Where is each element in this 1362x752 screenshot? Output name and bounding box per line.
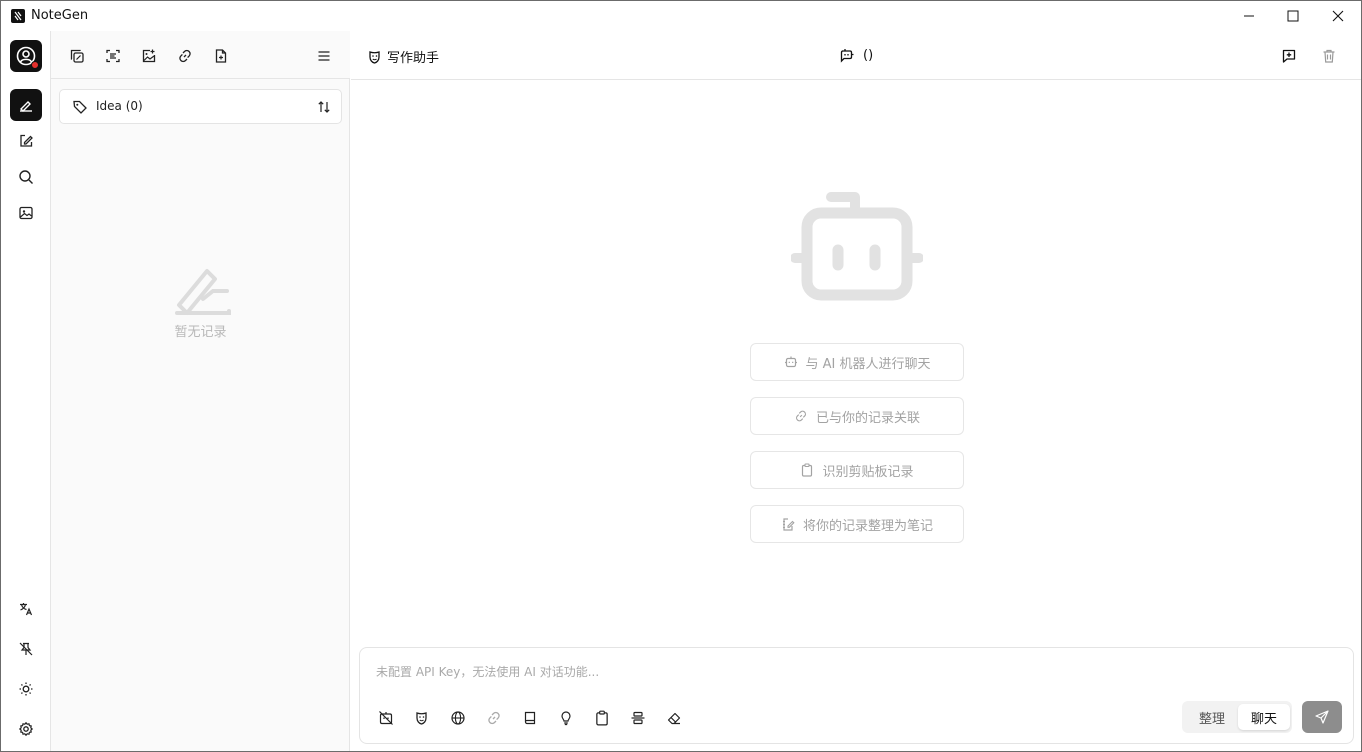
inspiration-button[interactable] [554,706,578,730]
link-icon [795,410,806,422]
app-logo-icon [11,9,25,23]
sort-icon[interactable] [317,100,331,114]
mode-switch: 整理 聊天 [1182,701,1292,733]
prompt-selector[interactable]: 写作助手 [367,47,439,66]
globe-icon [451,711,465,725]
clipboard-button[interactable] [590,706,614,730]
book-icon [524,711,536,725]
link-record-button[interactable] [482,706,506,730]
sun-icon [19,682,33,696]
model-selector[interactable]: () [839,47,873,63]
suggestion-label: 将你的记录整理为笔记 [802,518,933,534]
edit-icon [20,134,33,147]
record-panel: Idea (0) 暂无记录 [51,31,350,751]
bot-message-icon [840,49,854,63]
theater-masks-icon [416,712,427,725]
close-button[interactable] [1315,1,1361,31]
suggestion-label: 已与你的记录关联 [815,410,920,426]
translate-icon [20,603,33,616]
suggestion-label: 识别剪贴板记录 [822,464,914,480]
empty-pen-icon [174,269,231,315]
chat-input[interactable] [376,662,1276,682]
copy-icon [70,49,84,63]
add-file-button[interactable] [207,43,235,69]
minimize-button[interactable] [1226,1,1272,31]
menu-button[interactable] [310,43,338,69]
notification-dot [31,61,39,69]
rail-image-button[interactable] [10,197,42,229]
window-title: NoteGen [31,8,89,23]
add-link-button[interactable] [171,43,199,69]
settings-icon [18,721,34,737]
rail-settings-button[interactable] [10,713,42,745]
model-label: () [863,47,874,63]
scan-text-icon [106,49,120,63]
image-plus-icon [142,49,156,63]
rail-write-button[interactable] [10,125,42,157]
image-icon [19,206,33,220]
file-plus-icon [215,49,227,63]
pin-off-icon [19,642,33,656]
rail-translate-button[interactable] [10,593,42,625]
empty-record-state: 暂无记录 [51,261,350,340]
title-bar: NoteGen [1,1,1361,31]
app-window: NoteGen Idea (0) 暂无记录 写作助手 () 与 AI 机器人进行… [0,0,1362,752]
knowledge-book-button[interactable] [518,706,542,730]
lightbulb-icon [561,711,571,726]
align-center-icon [631,711,645,725]
clear-chat-button[interactable] [1318,45,1340,67]
suggestion-organize-button[interactable]: 将你的记录整理为笔记 [750,505,964,543]
eraser-button[interactable] [662,706,686,730]
maximize-button[interactable] [1270,1,1316,31]
scan-text-button[interactable] [99,43,127,69]
suggestion-label: 与 AI 机器人进行聊天 [805,356,931,372]
prompt-button[interactable] [410,706,434,730]
copy-record-button[interactable] [63,43,91,69]
link-icon [488,711,500,725]
pen-icon [20,101,32,112]
new-chat-button[interactable] [1278,45,1300,67]
trash-icon [1323,49,1335,63]
bot-off-icon [379,711,393,725]
send-button[interactable] [1302,701,1342,733]
profile-button[interactable] [10,40,42,72]
empty-record-text: 暂无记录 [174,325,227,340]
rail-search-button[interactable] [10,161,42,193]
align-button[interactable] [626,706,650,730]
clipboard-icon [802,463,813,477]
icon-rail [1,31,51,751]
tag-selector-label: Idea (0) [96,99,143,113]
mode-chat-option[interactable]: 聊天 [1238,704,1290,730]
send-icon [1315,710,1329,724]
tag-icon [73,100,87,114]
menu-icon [318,51,330,61]
theater-masks-icon [369,50,380,64]
eraser-icon [667,712,681,725]
suggestion-link-button[interactable]: 已与你的记录关联 [750,397,964,435]
robot-illustration-icon [791,192,923,301]
mode-organize-option[interactable]: 整理 [1186,704,1238,730]
search-icon [19,170,33,184]
chat-header: 写作助手 () [351,31,1361,80]
add-image-button[interactable] [135,43,163,69]
chat-composer: 整理 聊天 [359,647,1354,744]
web-search-button[interactable] [446,706,470,730]
chat-area: 写作助手 () 与 AI 机器人进行聊天 已与你的记录关联 识别剪贴板记录 将你… [351,31,1361,751]
tag-selector[interactable]: Idea (0) [59,89,342,124]
record-toolbar [51,31,350,79]
link-icon [179,49,191,63]
prompt-label: 写作助手 [387,51,440,66]
suggestion-chat-button[interactable]: 与 AI 机器人进行聊天 [750,343,964,381]
rail-theme-button[interactable] [10,673,42,705]
bot-icon [784,356,797,368]
suggestion-clipboard-button[interactable]: 识别剪贴板记录 [750,451,964,489]
model-off-button[interactable] [374,706,398,730]
rail-record-button[interactable] [10,89,42,121]
clipboard-icon [596,710,608,726]
rail-pin-button[interactable] [10,633,42,665]
note-icon [782,518,795,531]
message-plus-icon [1282,49,1296,63]
